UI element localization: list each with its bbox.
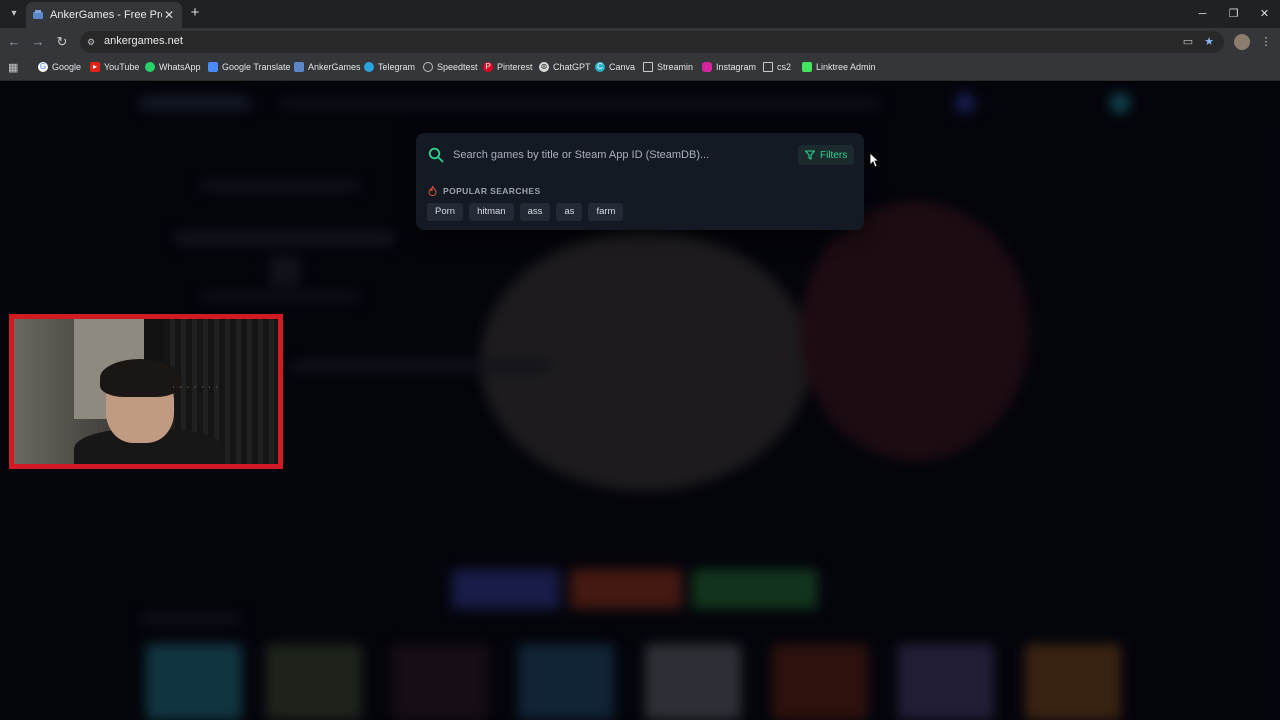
forward-arrow-icon[interactable]: → — [30, 34, 46, 50]
fire-icon — [428, 186, 437, 196]
bookmark-folder-streamin[interactable]: Streamin — [643, 60, 693, 74]
speedtest-icon — [423, 62, 433, 72]
apps-grid-icon[interactable]: ▦ — [8, 62, 20, 74]
folder-icon — [763, 62, 773, 72]
bookmark-folder-cs2[interactable]: cs2 — [763, 60, 791, 74]
popular-chip[interactable]: as — [556, 203, 583, 221]
popular-chip[interactable]: hitman — [469, 203, 514, 221]
pinterest-icon: P — [483, 62, 493, 72]
whatsapp-icon — [145, 62, 155, 72]
minimize-icon[interactable]: ─ — [1187, 0, 1218, 28]
new-tab-plus-icon[interactable]: + — [188, 5, 202, 21]
canva-icon: C — [595, 62, 605, 72]
popular-chip[interactable]: Porn — [427, 203, 464, 221]
popular-chip[interactable]: ass — [519, 203, 551, 221]
filters-button[interactable]: Filters — [798, 145, 854, 165]
window-controls: ─ ❐ ✕ — [1187, 0, 1280, 28]
search-panel: Filters POPULAR SEARCHES Porn hitman ass… — [416, 133, 864, 230]
bookmark-youtube[interactable]: ▸ YouTube — [90, 60, 139, 74]
linktree-icon — [802, 62, 812, 72]
bookmark-canva[interactable]: C Canva — [595, 60, 635, 74]
popular-search-chips: Porn hitman ass as farm — [427, 203, 624, 221]
close-tab-icon[interactable]: ✕ — [162, 8, 176, 22]
folder-icon — [643, 62, 653, 72]
search-input[interactable] — [453, 147, 793, 163]
install-app-icon[interactable]: ▭ — [1180, 34, 1196, 50]
bookmark-google[interactable]: G Google — [38, 60, 81, 74]
mouse-cursor-icon — [869, 152, 879, 168]
telegram-icon — [364, 62, 374, 72]
bookmark-chatgpt[interactable]: ⊛ ChatGPT — [539, 60, 591, 74]
bookmark-linktree-admin[interactable]: Linktree Admin — [802, 60, 876, 74]
filter-funnel-icon — [805, 150, 815, 160]
ankergames-favicon-icon — [32, 9, 44, 21]
close-window-icon[interactable]: ✕ — [1249, 0, 1280, 28]
site-info-icon[interactable]: ⚙ — [87, 37, 97, 47]
browser-tab[interactable]: AnkerGames - Free Pre-installed ✕ — [26, 2, 182, 28]
bookmark-star-icon[interactable]: ★ — [1201, 34, 1217, 50]
webcam-person-hair — [100, 359, 180, 397]
chatgpt-icon: ⊛ — [539, 62, 549, 72]
youtube-icon: ▸ — [90, 62, 100, 72]
popular-heading-text: POPULAR SEARCHES — [443, 186, 541, 196]
url-text[interactable]: ankergames.net — [104, 35, 183, 47]
search-row: Filters — [416, 133, 864, 177]
bookmark-ankergames[interactable]: AnkerGames — [294, 60, 361, 74]
webcam-text-artifact: · · · · · · · — [172, 385, 219, 391]
search-icon — [428, 147, 444, 163]
address-bar[interactable] — [80, 31, 1224, 53]
tab-search-chevron-icon[interactable]: ▾ — [6, 6, 22, 22]
translate-icon — [208, 62, 218, 72]
webcam-overlay: · · · · · · · — [9, 314, 283, 469]
filters-label: Filters — [820, 149, 848, 161]
bookmark-pinterest[interactable]: P Pinterest — [483, 60, 533, 74]
popular-searches-heading: POPULAR SEARCHES — [428, 186, 541, 196]
ankergames-icon — [294, 62, 304, 72]
bookmark-telegram[interactable]: Telegram — [364, 60, 415, 74]
instagram-icon — [702, 62, 712, 72]
browser-menu-icon[interactable]: ⋮ — [1258, 34, 1274, 50]
bookmark-google-translate[interactable]: Google Translate — [208, 60, 291, 74]
back-arrow-icon[interactable]: ← — [6, 34, 22, 50]
tab-title: AnkerGames - Free Pre-installed — [50, 9, 162, 21]
bookmark-instagram[interactable]: Instagram — [702, 60, 756, 74]
reload-icon[interactable]: ↻ — [54, 34, 70, 50]
bookmark-whatsapp[interactable]: WhatsApp — [145, 60, 201, 74]
restore-icon[interactable]: ❐ — [1218, 0, 1249, 28]
popular-chip[interactable]: farm — [588, 203, 624, 221]
profile-avatar[interactable] — [1234, 34, 1250, 50]
bookmark-speedtest[interactable]: Speedtest — [423, 60, 478, 74]
google-icon: G — [38, 62, 48, 72]
